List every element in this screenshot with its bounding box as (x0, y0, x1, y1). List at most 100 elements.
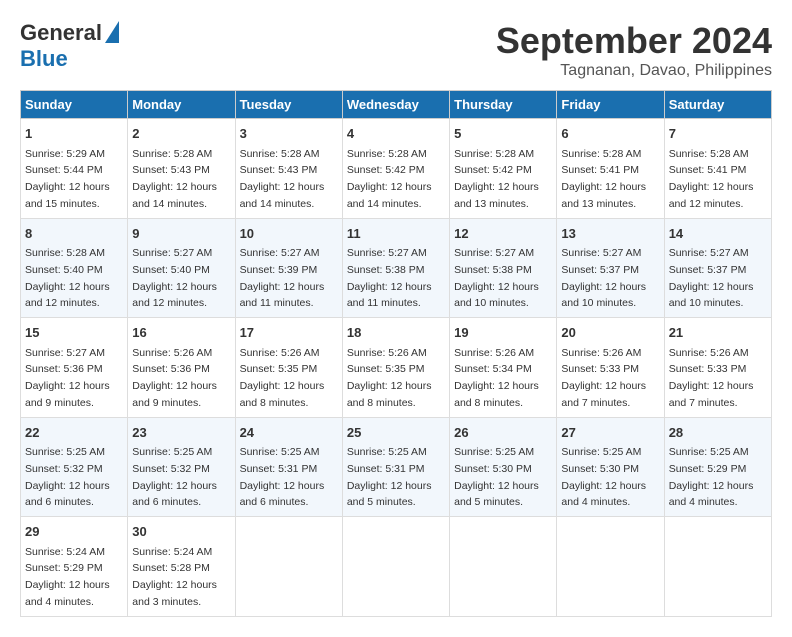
page-subtitle: Tagnanan, Davao, Philippines (496, 62, 772, 80)
sunset-text: Sunset: 5:31 PM (240, 463, 318, 475)
day-number: 21 (669, 323, 767, 343)
day-number: 25 (347, 423, 445, 443)
calendar-cell: 19Sunrise: 5:26 AMSunset: 5:34 PMDayligh… (450, 318, 557, 418)
calendar-cell: 1 Sunrise: 5:29 AM Sunset: 5:44 PM Daylight… (21, 119, 128, 219)
day-number: 1 (25, 124, 123, 144)
calendar-cell: 18Sunrise: 5:26 AMSunset: 5:35 PMDayligh… (342, 318, 449, 418)
day-number: 9 (132, 224, 230, 244)
daylight-text: Daylight: 12 hours and 12 minutes. (132, 281, 217, 310)
col-header-sunday: Sunday (21, 91, 128, 119)
calendar-cell (235, 517, 342, 617)
sunset-text: Sunset: 5:33 PM (561, 363, 639, 375)
day-number: 30 (132, 522, 230, 542)
daylight-text: Daylight: 12 hours and 13 minutes. (454, 181, 539, 210)
sunrise-text: Sunrise: 5:28 AM (240, 148, 320, 160)
calendar-cell: 12Sunrise: 5:27 AMSunset: 5:38 PMDayligh… (450, 218, 557, 318)
day-number: 7 (669, 124, 767, 144)
sunset-text: Sunset: 5:35 PM (347, 363, 425, 375)
sunrise-text: Sunrise: 5:26 AM (454, 347, 534, 359)
sunset-text: Sunset: 5:29 PM (25, 562, 103, 574)
sunrise-text: Sunrise: 5:28 AM (132, 148, 212, 160)
week-row-3: 15 Sunrise: 5:27 AM Sunset: 5:36 PM Dayligh… (21, 318, 772, 418)
sunset-text: Sunset: 5:44 PM (25, 164, 103, 176)
logo-blue-text: Blue (20, 46, 68, 71)
sunset-text: Sunset: 5:29 PM (669, 463, 747, 475)
calendar-cell: 6Sunrise: 5:28 AMSunset: 5:41 PMDaylight… (557, 119, 664, 219)
sunrise-text: Sunrise: 5:25 AM (669, 446, 749, 458)
day-number: 24 (240, 423, 338, 443)
day-number: 5 (454, 124, 552, 144)
day-number: 18 (347, 323, 445, 343)
daylight-text: Daylight: 12 hours and 10 minutes. (454, 281, 539, 310)
col-header-thursday: Thursday (450, 91, 557, 119)
daylight-text: Daylight: 12 hours and 6 minutes. (240, 480, 325, 509)
daylight-text: Daylight: 12 hours and 4 minutes. (561, 480, 646, 509)
header-row: SundayMondayTuesdayWednesdayThursdayFrid… (21, 91, 772, 119)
sunset-text: Sunset: 5:35 PM (240, 363, 318, 375)
day-number: 8 (25, 224, 123, 244)
daylight-text: Daylight: 12 hours and 6 minutes. (132, 480, 217, 509)
sunset-text: Sunset: 5:36 PM (132, 363, 210, 375)
logo-general-text: General (20, 20, 102, 46)
sunset-text: Sunset: 5:32 PM (25, 463, 103, 475)
daylight-text: Daylight: 12 hours and 14 minutes. (347, 181, 432, 210)
sunset-text: Sunset: 5:31 PM (347, 463, 425, 475)
sunrise-text: Sunrise: 5:27 AM (132, 247, 212, 259)
sunrise-text: Sunrise: 5:25 AM (561, 446, 641, 458)
calendar-cell: 8Sunrise: 5:28 AMSunset: 5:40 PMDaylight… (21, 218, 128, 318)
sunrise-text: Sunrise: 5:25 AM (240, 446, 320, 458)
sunset-text: Sunset: 5:43 PM (240, 164, 318, 176)
calendar-cell: 4Sunrise: 5:28 AMSunset: 5:42 PMDaylight… (342, 119, 449, 219)
sunset-text: Sunset: 5:40 PM (25, 264, 103, 276)
sunrise-text: Sunrise: 5:27 AM (25, 347, 105, 359)
calendar-cell: 2Sunrise: 5:28 AMSunset: 5:43 PMDaylight… (128, 119, 235, 219)
sunset-text: Sunset: 5:40 PM (132, 264, 210, 276)
col-header-saturday: Saturday (664, 91, 771, 119)
calendar-cell: 23Sunrise: 5:25 AMSunset: 5:32 PMDayligh… (128, 417, 235, 517)
day-number: 6 (561, 124, 659, 144)
calendar-cell: 27Sunrise: 5:25 AMSunset: 5:30 PMDayligh… (557, 417, 664, 517)
sunset-text: Sunset: 5:36 PM (25, 363, 103, 375)
daylight-text: Daylight: 12 hours and 7 minutes. (561, 380, 646, 409)
day-number: 10 (240, 224, 338, 244)
day-number: 13 (561, 224, 659, 244)
sunrise-text: Sunrise: 5:29 AM (25, 148, 105, 160)
daylight-text: Daylight: 12 hours and 12 minutes. (25, 281, 110, 310)
col-header-friday: Friday (557, 91, 664, 119)
daylight-text: Daylight: 12 hours and 11 minutes. (347, 281, 432, 310)
daylight-text: Daylight: 12 hours and 11 minutes. (240, 281, 325, 310)
daylight-text: Daylight: 12 hours and 15 minutes. (25, 181, 110, 210)
sunset-text: Sunset: 5:37 PM (561, 264, 639, 276)
sunrise-text: Sunrise: 5:27 AM (454, 247, 534, 259)
sunrise-text: Sunrise: 5:26 AM (132, 347, 212, 359)
sunrise-text: Sunrise: 5:25 AM (454, 446, 534, 458)
sunset-text: Sunset: 5:30 PM (561, 463, 639, 475)
sunset-text: Sunset: 5:42 PM (347, 164, 425, 176)
day-number: 15 (25, 323, 123, 343)
calendar-cell: 17Sunrise: 5:26 AMSunset: 5:35 PMDayligh… (235, 318, 342, 418)
calendar-cell: 15Sunrise: 5:27 AMSunset: 5:36 PMDayligh… (21, 318, 128, 418)
sunrise-text: Sunrise: 5:28 AM (561, 148, 641, 160)
sunset-text: Sunset: 5:28 PM (132, 562, 210, 574)
daylight-text: Daylight: 12 hours and 14 minutes. (240, 181, 325, 210)
day-number: 4 (347, 124, 445, 144)
daylight-text: Daylight: 12 hours and 4 minutes. (669, 480, 754, 509)
daylight-text: Daylight: 12 hours and 9 minutes. (132, 380, 217, 409)
daylight-text: Daylight: 12 hours and 6 minutes. (25, 480, 110, 509)
sunset-text: Sunset: 5:38 PM (347, 264, 425, 276)
col-header-monday: Monday (128, 91, 235, 119)
logo: General Blue (20, 20, 119, 72)
calendar-table: SundayMondayTuesdayWednesdayThursdayFrid… (20, 90, 772, 617)
calendar-cell: 25Sunrise: 5:25 AMSunset: 5:31 PMDayligh… (342, 417, 449, 517)
day-number: 11 (347, 224, 445, 244)
sunrise-text: Sunrise: 5:25 AM (347, 446, 427, 458)
daylight-text: Daylight: 12 hours and 3 minutes. (132, 579, 217, 608)
calendar-cell: 5Sunrise: 5:28 AMSunset: 5:42 PMDaylight… (450, 119, 557, 219)
calendar-cell: 26Sunrise: 5:25 AMSunset: 5:30 PMDayligh… (450, 417, 557, 517)
sunrise-text: Sunrise: 5:26 AM (347, 347, 427, 359)
week-row-5: 29Sunrise: 5:24 AMSunset: 5:29 PMDayligh… (21, 517, 772, 617)
calendar-cell: 28Sunrise: 5:25 AMSunset: 5:29 PMDayligh… (664, 417, 771, 517)
sunrise-text: Sunrise: 5:25 AM (132, 446, 212, 458)
day-number: 29 (25, 522, 123, 542)
sunrise-text: Sunrise: 5:27 AM (240, 247, 320, 259)
